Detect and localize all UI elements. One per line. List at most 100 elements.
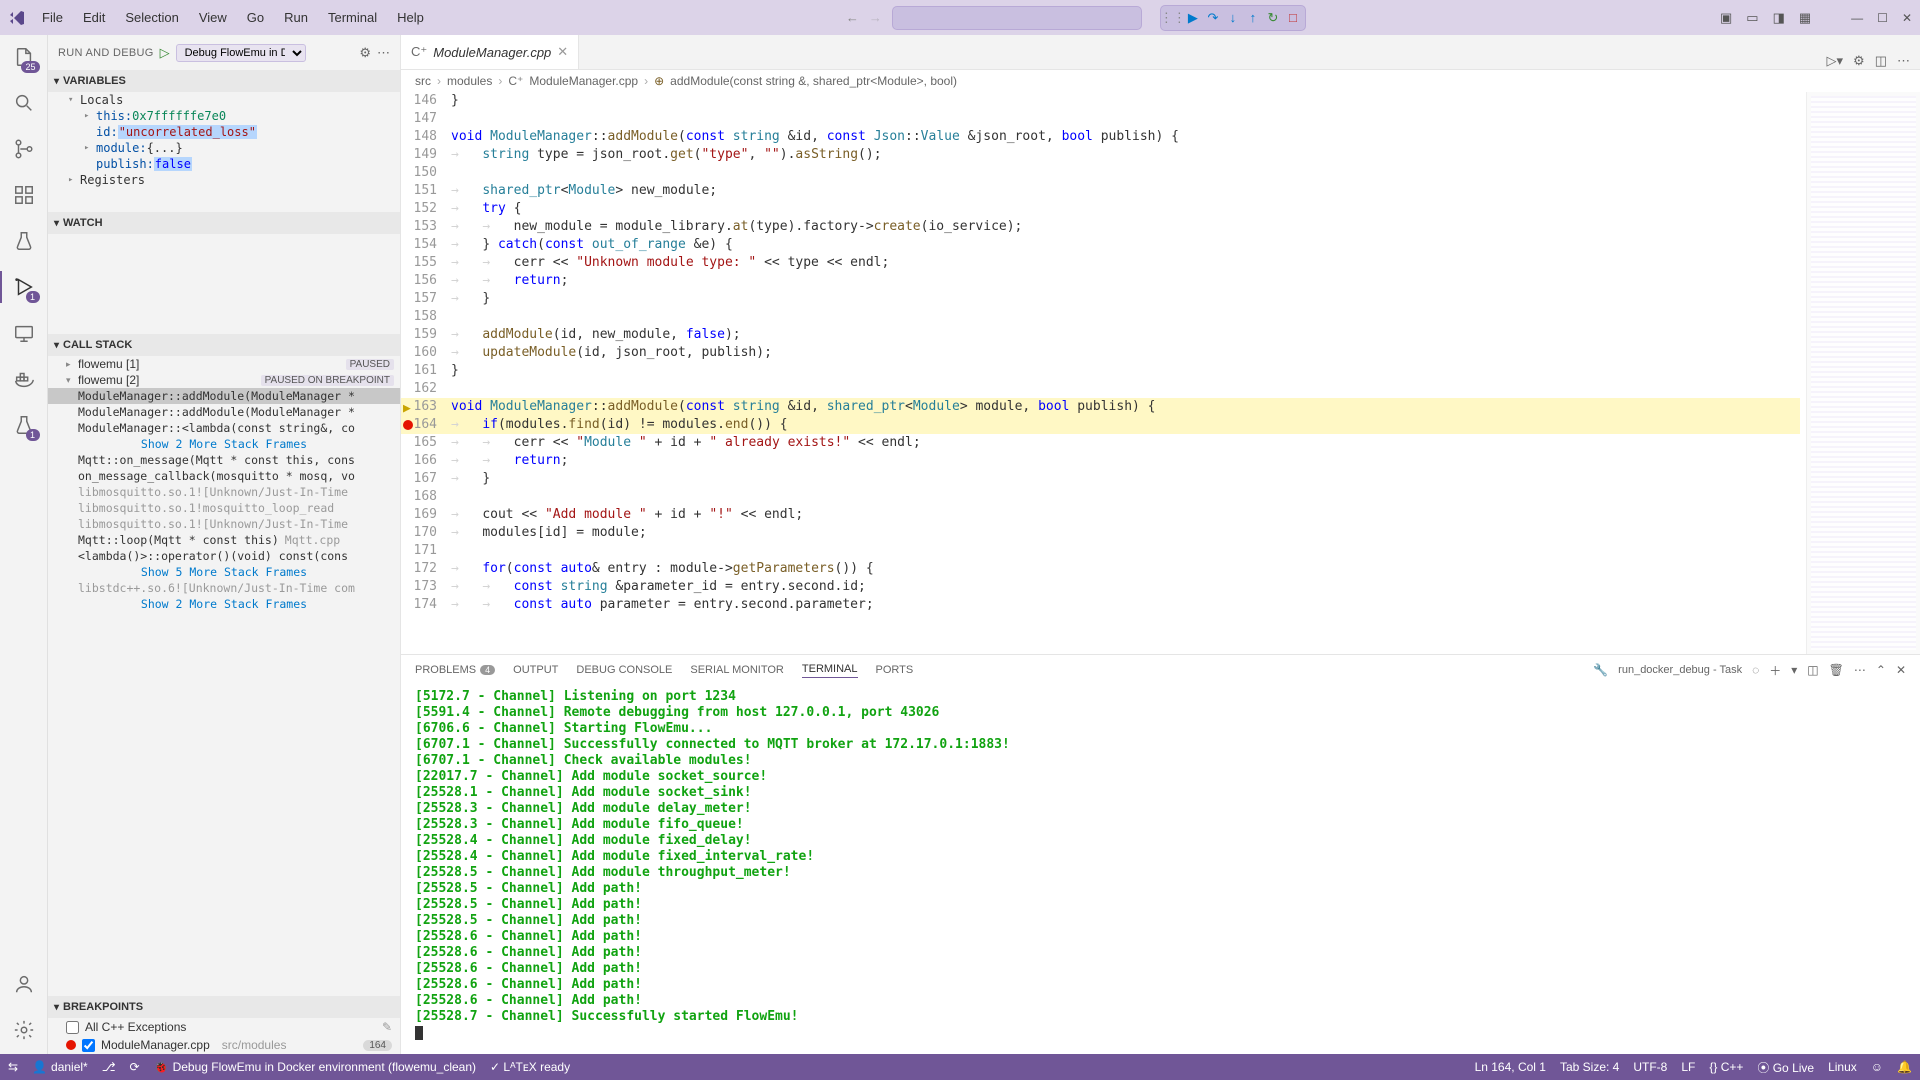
stack-frame[interactable]: libmosquitto.so.1!mosquitto_loop_read [48,500,400,516]
code-text[interactable]: } [451,362,1800,380]
stack-frame[interactable]: ModuleManager::<lambda(const string&, co [48,420,400,436]
show-more-frames[interactable]: Show 5 More Stack Frames [48,564,400,580]
new-terminal-button[interactable]: ＋ [1769,662,1781,679]
line-number[interactable]: 157 [401,290,451,308]
status-user[interactable]: 👤 daniel* [32,1060,88,1074]
line-number[interactable]: 162 [401,380,451,398]
code-line[interactable]: 158 [401,308,1800,326]
code-text[interactable]: → try { [451,200,1800,218]
stack-frame[interactable]: libmosquitto.so.1![Unknown/Just-In-Time [48,516,400,532]
terminal-dropdown-icon[interactable]: ▾ [1791,663,1797,677]
breakpoint-glyph-icon[interactable] [403,420,413,430]
code-text[interactable]: → → new_module = module_library.at(type)… [451,218,1800,236]
thread-1[interactable]: ▸flowemu [1]PAUSED [48,356,400,372]
code-line[interactable]: 146} [401,92,1800,110]
show-more-frames[interactable]: Show 2 More Stack Frames [48,436,400,452]
variable-module[interactable]: ▸module: {...} [48,140,400,156]
layout-toggle-icon[interactable]: ▣ [1720,10,1732,26]
activity-testing-icon[interactable] [10,227,38,255]
menu-selection[interactable]: Selection [117,8,186,27]
code-text[interactable]: → → return; [451,452,1800,470]
split-editor-icon[interactable]: ◫ [1875,53,1887,69]
locals-scope[interactable]: ▾Locals [48,92,400,108]
line-number[interactable]: 150 [401,164,451,182]
status-go-live[interactable]: ⦿ Go Live [1757,1059,1814,1076]
edit-icon[interactable]: ✎ [382,1020,392,1034]
breakpoint-all-cpp-exceptions[interactable]: All C++ Exceptions ✎ [48,1018,400,1036]
status-os[interactable]: Linux [1828,1060,1857,1074]
line-number[interactable]: 171 [401,542,451,560]
code-line[interactable]: 166→ → return; [401,452,1800,470]
activity-search-icon[interactable] [10,89,38,117]
settings-gear-icon[interactable]: ⚙ [359,45,371,61]
code-text[interactable]: → addModule(id, new_module, false); [451,326,1800,344]
code-line[interactable]: 150 [401,164,1800,182]
code-line[interactable]: 151→ shared_ptr<Module> new_module; [401,182,1800,200]
code-text[interactable] [451,542,1800,560]
code-text[interactable]: void ModuleManager::addModule(const stri… [451,128,1800,146]
nav-forward-icon[interactable]: → [869,10,882,25]
watch-section-header[interactable]: ▾WATCH [48,212,400,234]
window-minimize-button[interactable]: — [1851,11,1863,25]
line-number[interactable]: 167 [401,470,451,488]
line-number[interactable]: 156 [401,272,451,290]
code-line[interactable]: 163▶void ModuleManager::addModule(const … [401,398,1800,416]
variable-id[interactable]: id: "uncorrelated_loss" [48,124,400,140]
code-editor[interactable]: 146}147148void ModuleManager::addModule(… [401,92,1920,654]
line-number[interactable]: 165 [401,434,451,452]
code-text[interactable]: } [451,92,1800,110]
close-tab-icon[interactable]: ✕ [557,44,568,60]
code-line[interactable]: 160→ updateModule(id, json_root, publish… [401,344,1800,362]
thread-2[interactable]: ▾flowemu [2]PAUSED ON BREAKPOINT [48,372,400,388]
code-line[interactable]: 165→ → cerr << "Module " + id + " alread… [401,434,1800,452]
split-terminal-icon[interactable]: ◫ [1807,663,1818,677]
line-number[interactable]: 147 [401,110,451,128]
activity-settings-icon[interactable] [10,1016,38,1044]
panel-toggle-icon[interactable]: ▭ [1746,10,1758,26]
breakpoint-file[interactable]: ModuleManager.cpp src/modules 164 [48,1036,400,1054]
code-text[interactable] [451,308,1800,326]
activity-test-results-icon[interactable]: 1 [10,411,38,439]
code-line[interactable]: 148void ModuleManager::addModule(const s… [401,128,1800,146]
status-feedback-icon[interactable]: ☺ [1871,1060,1883,1074]
show-more-frames[interactable]: Show 2 More Stack Frames [48,596,400,612]
variable-this[interactable]: ▸this: 0x7ffffffe7e0 [48,108,400,124]
sidebar-toggle-icon[interactable]: ◨ [1773,10,1785,26]
code-text[interactable]: → shared_ptr<Module> new_module; [451,182,1800,200]
code-text[interactable]: → for(const auto& entry : module->getPar… [451,560,1800,578]
code-line[interactable]: 173→ → const string &parameter_id = entr… [401,578,1800,596]
line-number[interactable]: 160 [401,344,451,362]
debug-step-into-button[interactable]: ↓ [1223,8,1243,28]
status-encoding[interactable]: UTF-8 [1633,1060,1667,1074]
terminal-task-name[interactable]: run_docker_debug - Task [1618,664,1742,676]
line-number[interactable]: 168 [401,488,451,506]
debug-step-over-button[interactable]: ↷ [1203,8,1223,28]
variable-publish[interactable]: publish: false [48,156,400,172]
line-number[interactable]: 169 [401,506,451,524]
code-line[interactable]: 168 [401,488,1800,506]
more-editor-actions-icon[interactable]: ⋯ [1897,53,1910,69]
status-eol[interactable]: LF [1681,1060,1695,1074]
run-file-icon[interactable]: ▷▾ [1827,53,1844,69]
menu-run[interactable]: Run [276,8,316,27]
debug-restart-button[interactable]: ↻ [1263,8,1283,28]
watch-body-empty[interactable] [48,234,400,334]
line-number[interactable]: 158 [401,308,451,326]
line-number[interactable]: 163▶ [401,398,451,416]
panel-tab-ports[interactable]: PORTS [876,664,914,676]
line-number[interactable]: 172 [401,560,451,578]
code-text[interactable] [451,380,1800,398]
code-line[interactable]: 149→ string type = json_root.get("type",… [401,146,1800,164]
more-actions-icon[interactable]: ⋯ [377,45,390,61]
debug-step-out-button[interactable]: ↑ [1243,8,1263,28]
registers-scope[interactable]: ▸Registers [48,172,400,188]
code-line[interactable]: 147 [401,110,1800,128]
code-text[interactable]: → → cerr << "Module " + id + " already e… [451,434,1800,452]
terminal-body[interactable]: [5172.7 - Channel] Listening on port 123… [401,685,1920,1054]
code-line[interactable]: 155→ → cerr << "Unknown module type: " <… [401,254,1800,272]
code-text[interactable]: → cout << "Add module " + id + "!" << en… [451,506,1800,524]
line-number[interactable]: 173 [401,578,451,596]
code-line[interactable]: 172→ for(const auto& entry : module->get… [401,560,1800,578]
line-number[interactable]: 148 [401,128,451,146]
line-number[interactable]: 154 [401,236,451,254]
